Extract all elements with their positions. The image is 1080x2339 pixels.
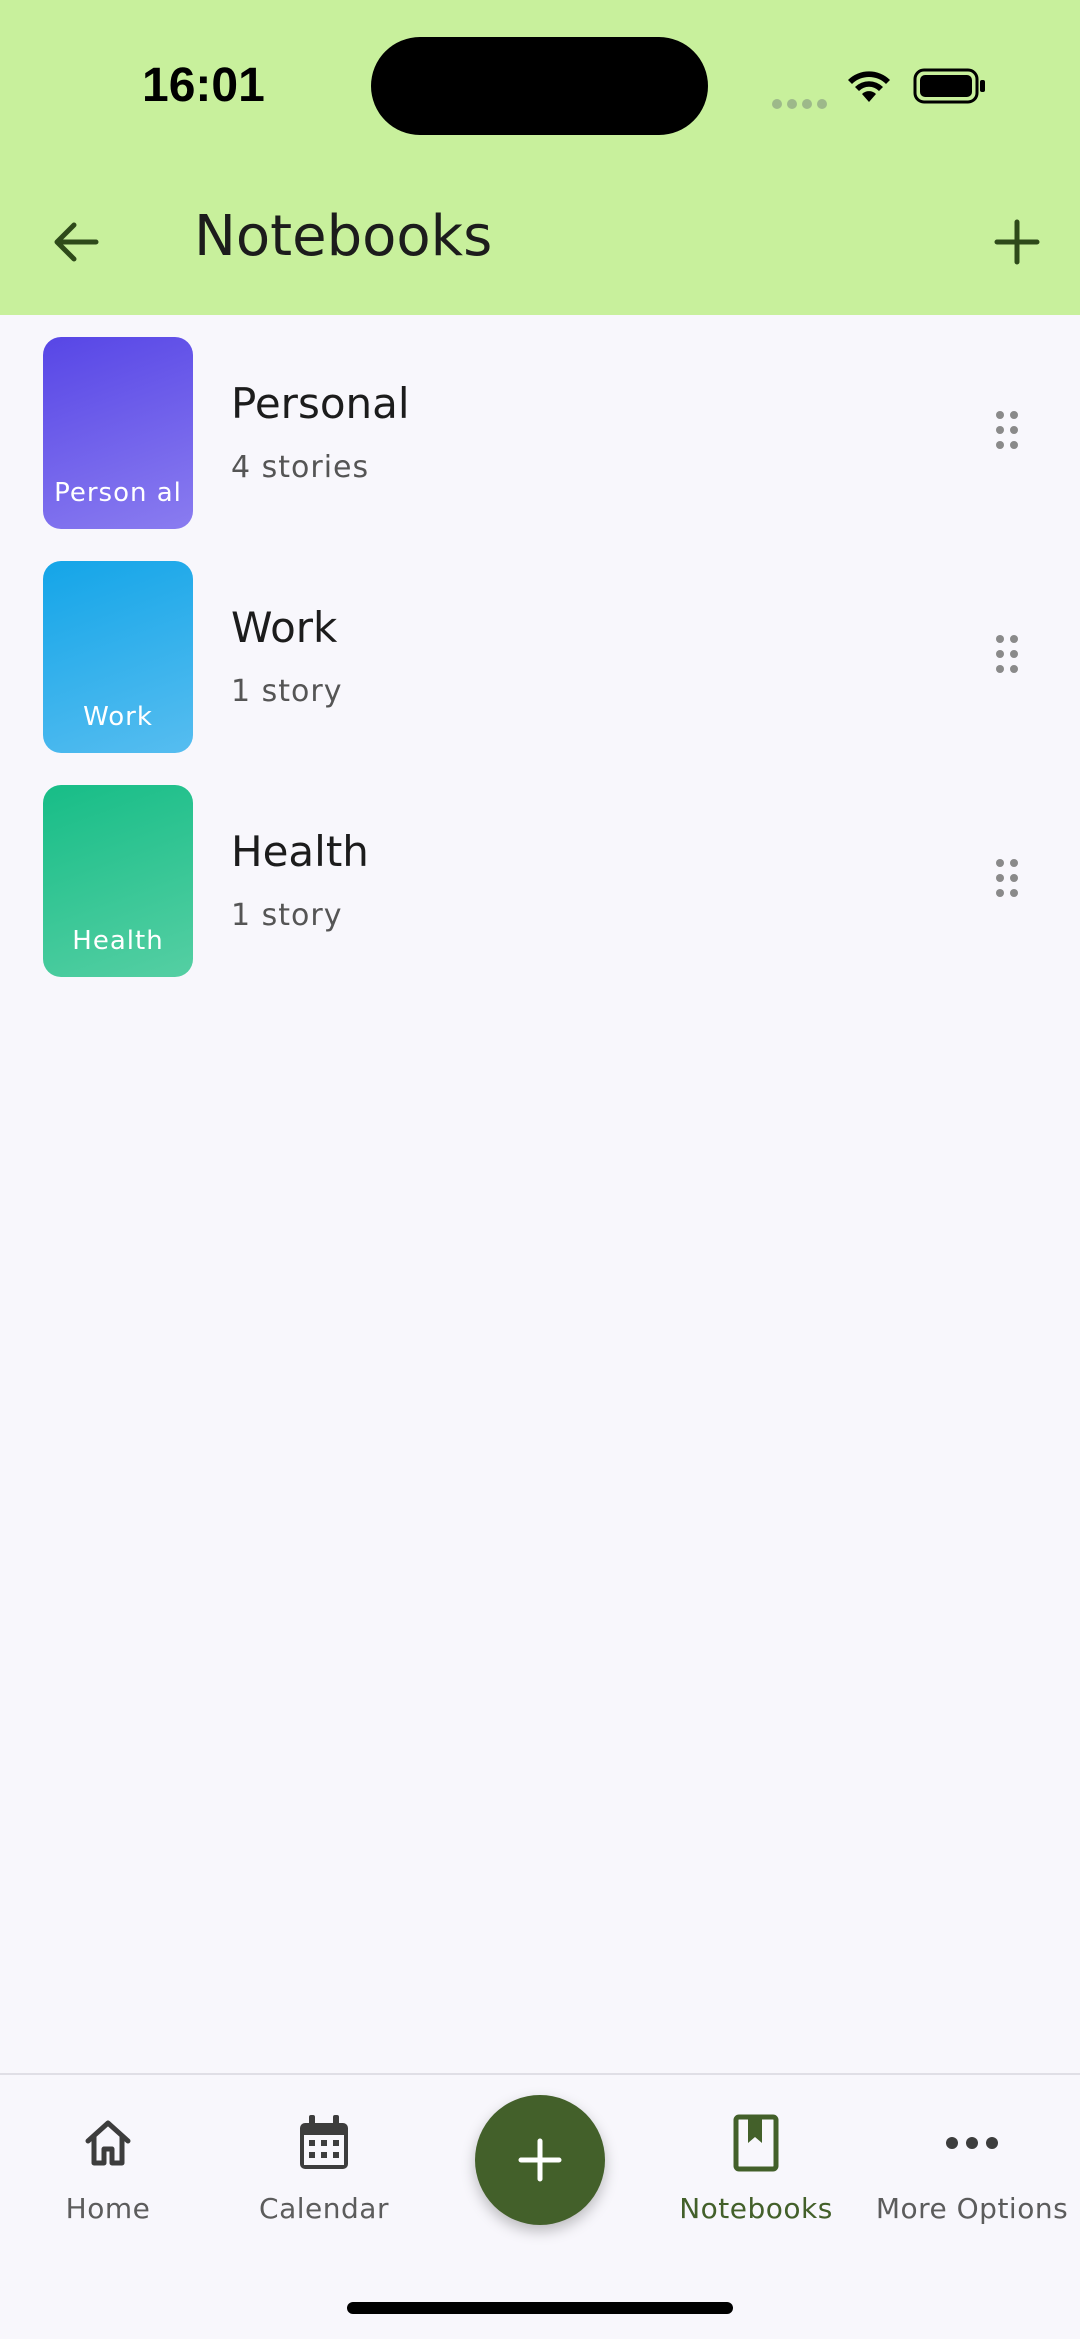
notebook-name: Work [231, 603, 338, 652]
nav-home[interactable]: Home [0, 2110, 216, 2225]
page-title: Notebooks [194, 204, 493, 269]
nav-home-label: Home [65, 2192, 151, 2225]
dynamic-island [371, 37, 708, 135]
notebook-row-health[interactable]: Health Health 1 story [0, 763, 1080, 987]
calendar-icon [300, 2115, 348, 2169]
nav-notebooks-label: Notebooks [679, 2192, 833, 2225]
notebook-story-count: 1 story [231, 898, 343, 933]
notebook-name: Personal [231, 379, 410, 428]
app-header: 16:01 Notebooks [0, 0, 1080, 315]
notebook-cover: Health [43, 785, 193, 977]
nav-notebooks[interactable]: Notebooks [648, 2110, 864, 2225]
home-indicator[interactable] [347, 2302, 733, 2314]
drag-handle-icon[interactable] [993, 857, 1021, 899]
notebook-icon [733, 2114, 779, 2172]
drag-handle-icon[interactable] [993, 409, 1021, 451]
create-story-fab[interactable] [475, 2095, 605, 2225]
notebook-name: Health [231, 827, 369, 876]
wifi-icon [848, 71, 890, 102]
battery-icon [913, 68, 985, 104]
nav-more-options-label: More Options [875, 2192, 1069, 2225]
notebook-cover-label: Person al [54, 478, 182, 508]
nav-more-options[interactable]: More Options [864, 2110, 1080, 2225]
nav-calendar-label: Calendar [259, 2192, 389, 2225]
back-arrow-icon[interactable] [44, 210, 108, 274]
signal-icon [772, 94, 832, 113]
notebook-cover: Person al [43, 337, 193, 529]
notebook-cover-label: Work [83, 702, 153, 732]
notebook-cover-label: Health [72, 926, 164, 956]
notebook-story-count: 4 stories [231, 450, 370, 485]
status-time: 16:01 [142, 59, 265, 112]
nav-calendar[interactable]: Calendar [216, 2110, 432, 2225]
drag-handle-icon[interactable] [993, 633, 1021, 675]
plus-icon [518, 2138, 562, 2182]
add-notebook-button[interactable] [985, 210, 1049, 274]
notebook-story-count: 1 story [231, 674, 343, 709]
more-icon [946, 2137, 998, 2149]
home-icon [85, 2120, 131, 2166]
notebook-row-personal[interactable]: Person al Personal 4 stories [0, 315, 1080, 539]
notebook-row-work[interactable]: Work Work 1 story [0, 539, 1080, 763]
notebook-cover: Work [43, 561, 193, 753]
